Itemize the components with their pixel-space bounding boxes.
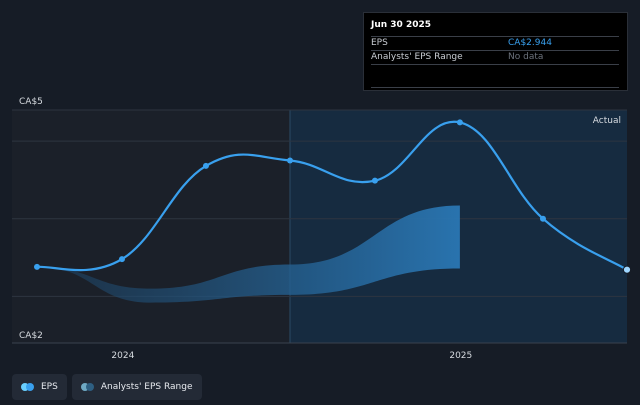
eps-swatch-icon xyxy=(21,383,35,391)
legend-item-range[interactable]: Analysts' EPS Range xyxy=(71,374,202,400)
tooltip-date: Jun 30 2025 xyxy=(371,19,619,37)
tooltip-row-eps: EPS CA$2.944 xyxy=(371,37,619,51)
y-tick-label-bottom: CA$2 xyxy=(19,331,43,341)
region-label-actual: Actual xyxy=(593,116,621,126)
tooltip-spacer xyxy=(371,65,619,88)
eps-point-0 xyxy=(34,263,40,270)
eps-point-5 xyxy=(456,119,463,126)
tooltip-row-range: Analysts' EPS Range No data xyxy=(371,51,619,65)
tooltip-range-value: No data xyxy=(508,52,544,62)
past-region xyxy=(12,110,290,343)
x-tick-label-1: 2025 xyxy=(449,351,472,361)
legend-eps-label: EPS xyxy=(41,382,58,392)
eps-point-2 xyxy=(202,162,209,169)
eps-point-6 xyxy=(539,215,546,222)
tooltip-panel: Jun 30 2025 EPS CA$2.944 Analysts' EPS R… xyxy=(363,12,628,91)
tooltip-range-label: Analysts' EPS Range xyxy=(371,52,463,62)
eps-chart-widget: CA$5 CA$2 2024 2025 Actual Jun 30 2025 EPS C… xyxy=(0,0,640,405)
legend-range-label: Analysts' EPS Range xyxy=(100,382,193,392)
y-tick-label-top: CA$5 xyxy=(19,97,43,107)
x-tick-label-0: 2024 xyxy=(111,351,134,361)
eps-point-1 xyxy=(118,256,125,263)
chart-legend: EPS Analysts' EPS Range xyxy=(12,374,202,400)
tooltip-eps-label: EPS xyxy=(371,38,388,48)
range-swatch-icon xyxy=(80,383,95,391)
eps-point-4 xyxy=(371,177,378,184)
tooltip-eps-value: CA$2.944 xyxy=(508,38,552,48)
legend-item-eps[interactable]: EPS xyxy=(12,374,67,400)
eps-point-7 xyxy=(622,265,632,274)
eps-point-3 xyxy=(286,157,293,164)
